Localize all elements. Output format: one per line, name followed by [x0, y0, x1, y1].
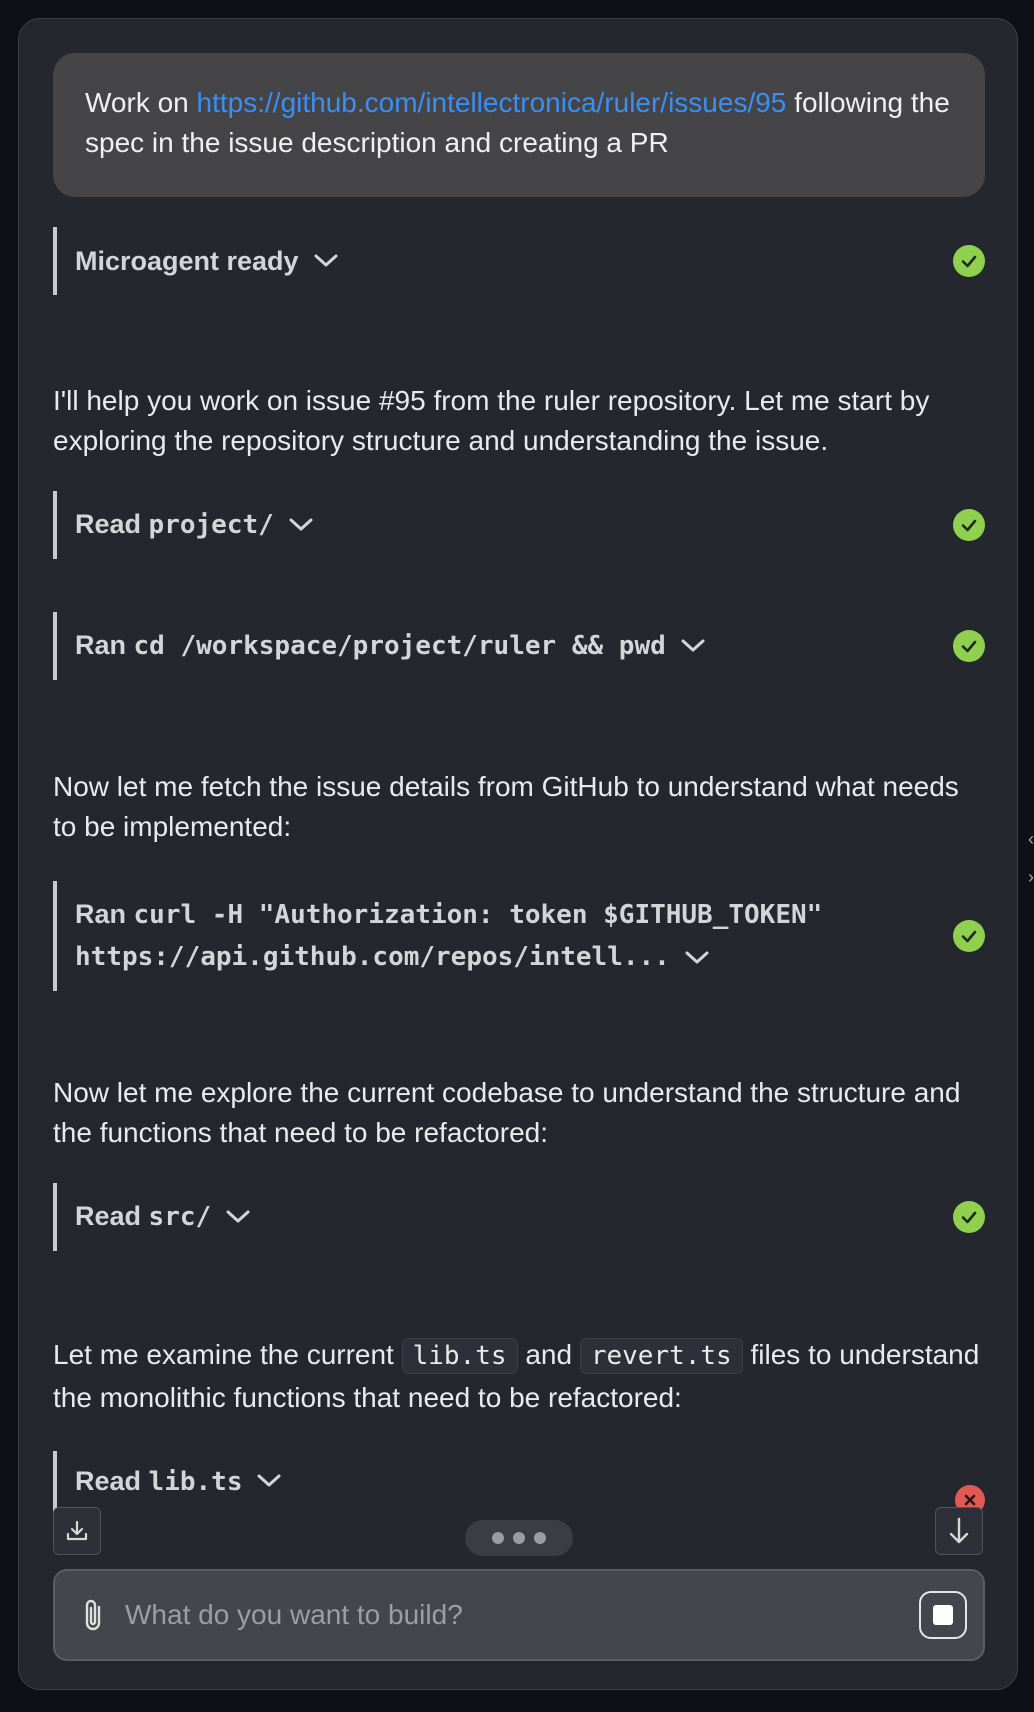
success-check-icon — [953, 920, 985, 952]
step-read-lib[interactable]: Read lib.ts — [53, 1451, 985, 1527]
collapse-toggle[interactable]: ‹ › — [1028, 820, 1034, 896]
step-label-continued: https://api.github.com/repos/intell... — [75, 942, 670, 972]
step-verb: Ran — [75, 630, 127, 660]
step-ran-curl[interactable]: Ran curl -H "Authorization: token $GITHU… — [53, 881, 985, 991]
chat-panel: Work on https://github.com/intellectroni… — [18, 18, 1018, 1690]
success-check-icon — [953, 509, 985, 541]
step-label: curl -H "Authorization: token $GITHUB_TO… — [133, 900, 823, 930]
chevron-left-icon: ‹ — [1028, 829, 1034, 849]
step-read-project[interactable]: Read project/ — [53, 491, 985, 559]
success-check-icon — [953, 630, 985, 662]
inline-code-lib: lib.ts — [401, 1338, 518, 1374]
step-ran-cd[interactable]: Ran cd /workspace/project/ruler && pwd — [53, 612, 985, 680]
step-label: cd /workspace/project/ruler && pwd — [133, 631, 666, 661]
stop-button[interactable] — [919, 1591, 967, 1639]
scroll-to-bottom-button[interactable] — [935, 1507, 983, 1555]
chevron-right-icon: › — [1028, 867, 1034, 887]
message-text: and — [517, 1339, 580, 1370]
step-verb: Read — [75, 1201, 142, 1231]
stop-icon — [933, 1605, 953, 1625]
assistant-message: I'll help you work on issue #95 from the… — [53, 385, 930, 456]
paperclip-icon[interactable] — [79, 1595, 109, 1635]
chevron-down-icon[interactable] — [225, 1209, 251, 1225]
issue-link[interactable]: https://github.com/intellectronica/ruler… — [197, 87, 787, 118]
step-label: project/ — [148, 510, 274, 540]
composer — [53, 1569, 985, 1661]
message-text: Let me examine the current — [53, 1339, 402, 1370]
user-message: Work on https://github.com/intellectroni… — [53, 53, 985, 197]
step-verb: Ran — [75, 899, 127, 929]
success-check-icon — [953, 1201, 985, 1233]
download-icon — [66, 1520, 88, 1541]
prompt-input[interactable] — [123, 1598, 919, 1632]
assistant-message: Now let me fetch the issue details from … — [53, 771, 959, 842]
step-read-src[interactable]: Read src/ — [53, 1183, 985, 1251]
chevron-down-icon[interactable] — [684, 950, 710, 966]
step-label: Microagent ready — [75, 245, 299, 276]
chevron-down-icon[interactable] — [680, 638, 706, 654]
success-check-icon — [953, 245, 985, 277]
assistant-message: Now let me explore the current codebase … — [53, 1077, 961, 1148]
chevron-down-icon[interactable] — [256, 1473, 282, 1489]
chevron-down-icon[interactable] — [288, 517, 314, 533]
chevron-down-icon[interactable] — [313, 253, 339, 269]
step-verb: Read — [75, 509, 142, 539]
assistant-message: Let me examine the current lib.ts and re… — [53, 1334, 985, 1418]
step-verb: Read — [75, 1466, 142, 1496]
user-message-prefix: Work on — [85, 87, 197, 118]
inline-code-revert: revert.ts — [579, 1338, 743, 1374]
arrow-down-icon — [949, 1517, 969, 1544]
step-label: lib.ts — [148, 1467, 243, 1497]
step-label: src/ — [148, 1202, 212, 1232]
step-microagent[interactable]: Microagent ready — [53, 227, 985, 295]
typing-indicator — [465, 1520, 573, 1556]
download-button[interactable] — [53, 1507, 101, 1555]
